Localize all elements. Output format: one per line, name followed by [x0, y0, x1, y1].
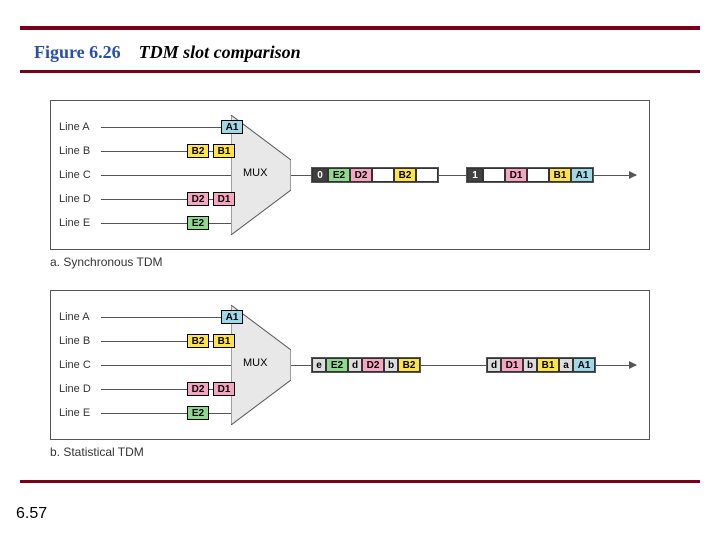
mux-label: MUX [243, 357, 267, 369]
line-d-row: Line D D2 D1 [59, 377, 243, 401]
cell: D2 [362, 358, 384, 372]
slot-b2: B2 [187, 144, 209, 158]
line-c-row: Line C [59, 163, 243, 187]
wire [101, 365, 241, 366]
addr: e [312, 358, 326, 372]
slot-d1: D1 [213, 192, 235, 206]
line-e-label: Line E [59, 407, 101, 419]
line-e-row: Line E E2 [59, 211, 243, 235]
line-b-label: Line B [59, 145, 101, 157]
wire [101, 317, 241, 318]
cell-empty [483, 168, 505, 182]
line-a-label: Line A [59, 311, 101, 323]
inputs-b: Line A A1 Line B B2 B1 Line C Line D D2 … [59, 305, 243, 425]
line-a-row: Line A A1 [59, 115, 243, 139]
frame-header: 1 [467, 168, 483, 182]
slot-b1: B1 [213, 144, 235, 158]
frame-b-2: d D1 b B1 a A1 [486, 357, 596, 373]
cell: B1 [549, 168, 571, 182]
panel-b-caption: b. Statistical TDM [50, 445, 144, 459]
panel-a-caption: a. Synchronous TDM [50, 255, 163, 269]
addr: d [348, 358, 362, 372]
slot-a1: A1 [221, 120, 243, 134]
slot-a1: A1 [221, 310, 243, 324]
arrowhead-icon [629, 171, 637, 179]
inputs-a: Line A A1 Line B B2 B1 Line C Line D D2 … [59, 115, 243, 235]
line-c-label: Line C [59, 169, 101, 181]
figure-caption: TDM slot comparison [139, 42, 301, 62]
cell: D2 [350, 168, 372, 182]
line-d-row: Line D D2 D1 [59, 187, 243, 211]
wire [101, 127, 241, 128]
line-b-row: Line B B2 B1 [59, 329, 243, 353]
frame-a-0: 0 E2 D2 B2 [311, 167, 439, 183]
cell: E2 [326, 358, 348, 372]
figure-title: Figure 6.26 TDM slot comparison [34, 42, 301, 63]
cell: B2 [394, 168, 416, 182]
line-c-label: Line C [59, 359, 101, 371]
cell: D1 [505, 168, 527, 182]
cell: A1 [573, 358, 595, 372]
line-b-label: Line B [59, 335, 101, 347]
cell: D1 [501, 358, 523, 372]
addr: b [384, 358, 398, 372]
line-e-label: Line E [59, 217, 101, 229]
cell-empty [416, 168, 438, 182]
frame-header: 0 [312, 168, 328, 182]
frame-b-1: e E2 d D2 b B2 [311, 357, 421, 373]
slot-d2: D2 [187, 192, 209, 206]
slot-b2: B2 [187, 334, 209, 348]
wire [101, 413, 241, 414]
mux-label: MUX [243, 167, 267, 179]
slot-b1: B1 [213, 334, 235, 348]
top-rule [20, 26, 700, 30]
figure-number: Figure 6.26 [34, 42, 121, 62]
cell: B2 [398, 358, 420, 372]
slot-e2: E2 [187, 216, 209, 230]
slot-e2: E2 [187, 406, 209, 420]
wire [101, 175, 241, 176]
line-a-label: Line A [59, 121, 101, 133]
bottom-rule [20, 480, 700, 483]
addr: a [559, 358, 573, 372]
cell-empty [372, 168, 394, 182]
slot-d2: D2 [187, 382, 209, 396]
cell: E2 [328, 168, 350, 182]
title-underline [20, 70, 700, 73]
arrowhead-icon [629, 361, 637, 369]
panel-statistical-tdm: Line A A1 Line B B2 B1 Line C Line D D2 … [50, 290, 650, 440]
line-d-label: Line D [59, 383, 101, 395]
wire [101, 223, 241, 224]
line-b-row: Line B B2 B1 [59, 139, 243, 163]
page-number: 6.57 [16, 505, 47, 523]
line-d-label: Line D [59, 193, 101, 205]
frame-a-1: 1 D1 B1 A1 [466, 167, 594, 183]
addr: d [487, 358, 501, 372]
cell: B1 [537, 358, 559, 372]
line-c-row: Line C [59, 353, 243, 377]
cell-empty [527, 168, 549, 182]
panel-synchronous-tdm: Line A A1 Line B B2 B1 Line C Line D D2 … [50, 100, 650, 250]
addr: b [523, 358, 537, 372]
cell: A1 [571, 168, 593, 182]
slot-d1: D1 [213, 382, 235, 396]
line-e-row: Line E E2 [59, 401, 243, 425]
line-a-row: Line A A1 [59, 305, 243, 329]
